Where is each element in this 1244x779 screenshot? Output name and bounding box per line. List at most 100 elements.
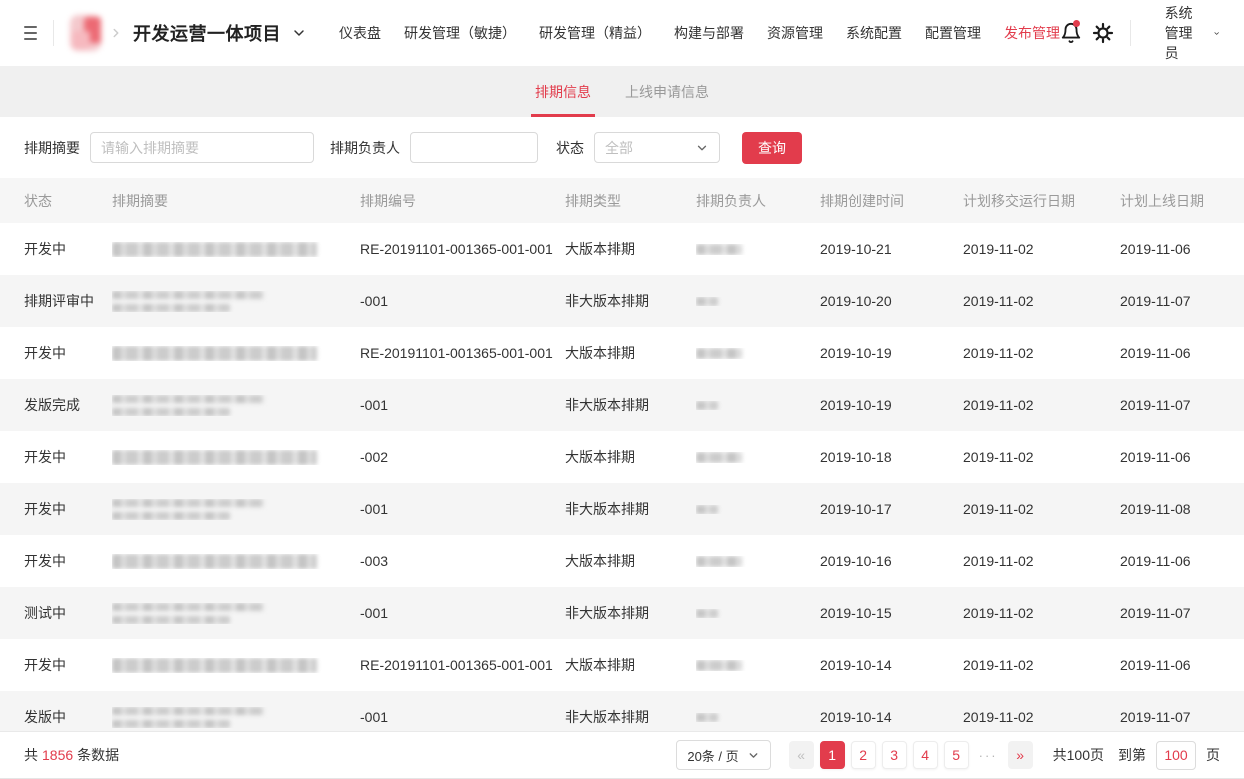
redacted-summary (112, 720, 230, 728)
summary-filter-label: 排期摘要 (24, 138, 80, 158)
owner-filter-input[interactable] (410, 132, 538, 163)
page-size-select[interactable]: 20条 / 页 (676, 740, 770, 770)
tab-launch-request-info[interactable]: 上线申请信息 (621, 66, 713, 117)
cell-status: 开发中 (24, 447, 112, 467)
cell-number: -002 (360, 449, 565, 465)
nav-item-dashboard[interactable]: 仪表盘 (339, 23, 381, 43)
chevron-down-icon (695, 141, 709, 155)
cell-summary (112, 242, 360, 257)
table-row[interactable]: 发版完成-001非大版本排期2019-10-192019-11-022019-1… (0, 379, 1244, 431)
nav-item-system-config[interactable]: 系统配置 (846, 23, 902, 43)
footer: 共1856条数据 20条 / 页 « 1 2 3 4 5 ··· » 共100页… (0, 731, 1244, 779)
col-header-owner: 排期负责人 (696, 191, 820, 211)
nav-item-rd-agile[interactable]: 研发管理（敏捷） (404, 23, 516, 43)
cell-owner (696, 348, 820, 359)
user-name: 系统管理员 (1165, 3, 1199, 63)
redacted-owner (696, 609, 718, 618)
cell-online-date: 2019-11-06 (1120, 241, 1244, 257)
table-row[interactable]: 开发中-002大版本排期2019-10-182019-11-022019-11-… (0, 431, 1244, 483)
chevron-down-icon (1213, 26, 1220, 41)
cell-status: 开发中 (24, 551, 112, 571)
nav-item-rd-lean[interactable]: 研发管理（精益） (539, 23, 651, 43)
cell-online-date: 2019-11-07 (1120, 605, 1244, 621)
pagination-page-5[interactable]: 5 (944, 741, 969, 769)
project-switcher-chevron-down-icon[interactable] (291, 25, 307, 41)
app-logo[interactable] (70, 15, 101, 51)
pagination-prev-button[interactable]: « (789, 741, 814, 769)
cell-type: 非大版本排期 (565, 499, 696, 519)
menu-icon[interactable] (24, 26, 37, 40)
cell-type: 非大版本排期 (565, 707, 696, 727)
redacted-summary (112, 658, 317, 673)
cell-number: -001 (360, 293, 565, 309)
cell-type: 大版本排期 (565, 655, 696, 675)
gear-icon[interactable] (1092, 19, 1114, 47)
redacted-owner (696, 244, 742, 255)
pagination-page-1[interactable]: 1 (820, 741, 845, 769)
search-button[interactable]: 查询 (742, 132, 802, 164)
page-size-value: 20条 / 页 (687, 746, 738, 765)
cell-summary (112, 603, 360, 624)
cell-handover-date: 2019-11-02 (963, 449, 1120, 465)
cell-created: 2019-10-19 (820, 397, 963, 413)
table-row[interactable]: 开发中RE-20191101-001365-001-001大版本排期2019-1… (0, 327, 1244, 379)
cell-type: 非大版本排期 (565, 603, 696, 623)
status-select-value: 全部 (605, 138, 633, 158)
cell-number: -001 (360, 709, 565, 725)
cell-status: 发版中 (24, 707, 112, 727)
goto-page-input[interactable] (1156, 741, 1196, 770)
cell-type: 大版本排期 (565, 343, 696, 363)
filter-bar: 排期摘要 排期负责人 状态 全部 查询 (0, 117, 1244, 178)
cell-handover-date: 2019-11-02 (963, 241, 1120, 257)
table-row[interactable]: 测试中-001非大版本排期2019-10-152019-11-022019-11… (0, 587, 1244, 639)
table-row[interactable]: 开发中-001非大版本排期2019-10-172019-11-022019-11… (0, 483, 1244, 535)
goto-prefix: 到第 (1118, 745, 1146, 765)
pagination: « 1 2 3 4 5 ··· » (789, 741, 1033, 769)
pagination-next-button[interactable]: » (1008, 741, 1033, 769)
cell-online-date: 2019-11-07 (1120, 709, 1244, 725)
goto-page: 到第 页 (1118, 741, 1220, 770)
total-count: 1856 (42, 747, 73, 763)
redacted-owner (696, 348, 742, 359)
cell-summary (112, 499, 360, 520)
table-row[interactable]: 开发中RE-20191101-001365-001-001大版本排期2019-1… (0, 223, 1244, 275)
nav-item-build-deploy[interactable]: 构建与部署 (674, 23, 744, 43)
pagination-page-3[interactable]: 3 (882, 741, 907, 769)
cell-number: -003 (360, 553, 565, 569)
cell-online-date: 2019-11-08 (1120, 501, 1244, 517)
nav-item-resource[interactable]: 资源管理 (767, 23, 823, 43)
redacted-owner (696, 556, 742, 567)
cell-created: 2019-10-17 (820, 501, 963, 517)
redacted-owner (696, 713, 718, 722)
cell-number: -001 (360, 397, 565, 413)
user-menu[interactable]: 系统管理员 (1165, 3, 1220, 63)
cell-status: 开发中 (24, 499, 112, 519)
cell-owner (696, 609, 820, 618)
pagination-page-2[interactable]: 2 (851, 741, 876, 769)
redacted-summary (112, 450, 317, 465)
table-row[interactable]: 排期评审中-001非大版本排期2019-10-202019-11-022019-… (0, 275, 1244, 327)
nav-item-release-mgmt[interactable]: 发布管理 (1004, 23, 1060, 43)
cell-type: 非大版本排期 (565, 395, 696, 415)
nav-item-config-mgmt[interactable]: 配置管理 (925, 23, 981, 43)
cell-type: 大版本排期 (565, 239, 696, 259)
cell-owner (696, 244, 820, 255)
summary-filter-input[interactable] (90, 132, 314, 163)
cell-handover-date: 2019-11-02 (963, 293, 1120, 309)
redacted-summary (112, 707, 264, 715)
col-header-online-date: 计划上线日期 (1120, 191, 1244, 211)
status-select[interactable]: 全部 (594, 132, 720, 163)
cell-handover-date: 2019-11-02 (963, 605, 1120, 621)
cell-owner (696, 401, 820, 410)
divider (1130, 20, 1131, 46)
table-row[interactable]: 开发中-003大版本排期2019-10-162019-11-022019-11-… (0, 535, 1244, 587)
table-row[interactable]: 开发中RE-20191101-001365-001-001大版本排期2019-1… (0, 639, 1244, 691)
table-row[interactable]: 发版中-001非大版本排期2019-10-142019-11-022019-11… (0, 691, 1244, 731)
cell-online-date: 2019-11-06 (1120, 657, 1244, 673)
cell-summary (112, 554, 360, 569)
chevron-down-icon (747, 749, 760, 762)
pagination-page-4[interactable]: 4 (913, 741, 938, 769)
cell-number: -001 (360, 605, 565, 621)
bell-icon[interactable] (1060, 19, 1082, 47)
tab-schedule-info[interactable]: 排期信息 (531, 66, 595, 117)
